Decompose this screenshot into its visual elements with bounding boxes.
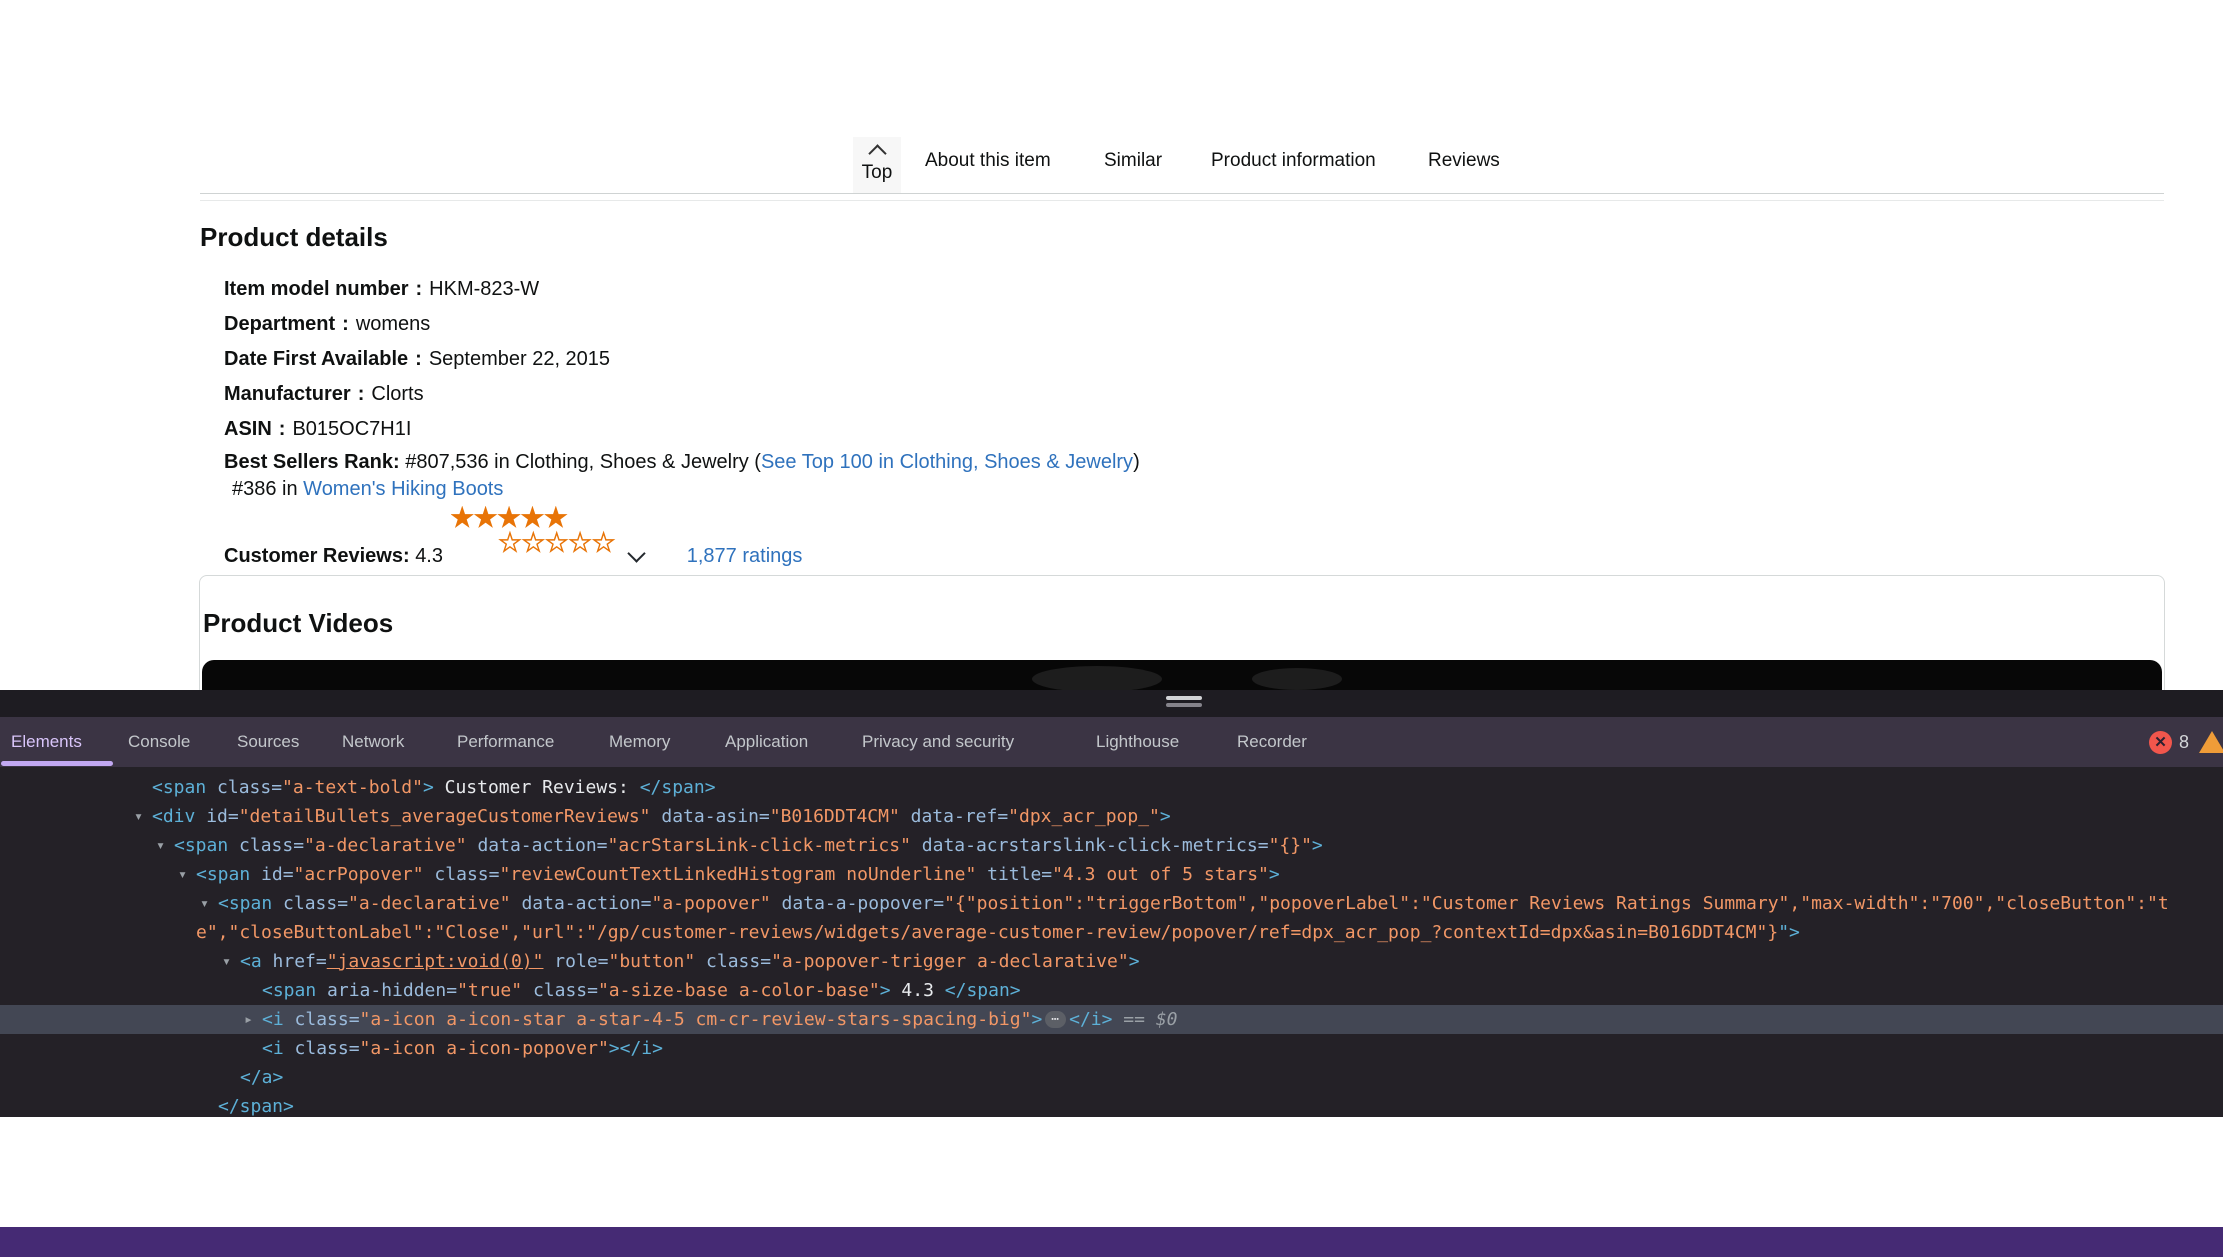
best-sellers-label: Best Sellers Rank: xyxy=(224,451,400,473)
detail-row: Manufacturer:Clorts xyxy=(224,381,610,407)
tree-expand-down-arrow-icon[interactable]: ▾ xyxy=(156,831,165,860)
rating-value: 4.3 xyxy=(415,545,443,568)
nav-item-product-information[interactable]: Product information xyxy=(1211,150,1376,172)
footer-bar xyxy=(0,1227,2223,1257)
devtools-code-line[interactable]: ▾<a href="javascript:void(0)" role="butt… xyxy=(0,947,2223,976)
product-details-title: Product details xyxy=(200,222,388,253)
devtools-tab-elements[interactable]: Elements xyxy=(11,717,82,767)
tree-expand-right-arrow-icon[interactable]: ▸ xyxy=(244,1005,253,1034)
detail-value: B015OC7H1I xyxy=(292,418,411,440)
devtools-code-line[interactable]: </span> xyxy=(0,1092,2223,1117)
ellipsis-icon[interactable]: ⋯ xyxy=(1045,1011,1066,1028)
devtools-code-line[interactable]: e","closeButtonLabel":"Close","url":"/gp… xyxy=(0,918,2223,947)
nav-item-reviews[interactable]: Reviews xyxy=(1428,150,1500,172)
best-sellers-rank: Best Sellers Rank: #807,536 in Clothing,… xyxy=(224,449,1140,503)
devtools-tab-console[interactable]: Console xyxy=(128,717,190,767)
active-tab-underline xyxy=(1,761,113,766)
detail-value: Clorts xyxy=(371,383,423,405)
tree-expand-down-arrow-icon[interactable]: ▾ xyxy=(222,947,231,976)
product-details-list: Item model number:HKM-823-W Department:w… xyxy=(224,276,610,451)
devtools-tab-sources[interactable]: Sources xyxy=(237,717,299,767)
devtools-code-line[interactable]: <span class="a-text-bold"> Customer Revi… xyxy=(0,773,2223,802)
nav-item-about-this-item[interactable]: About this item xyxy=(925,150,1051,172)
devtools-code-line[interactable]: <i class="a-icon a-icon-popover"></i> xyxy=(0,1034,2223,1063)
devtools-tab-memory[interactable]: Memory xyxy=(609,717,670,767)
customer-reviews-label: Customer Reviews: xyxy=(224,545,410,568)
detail-label: Date First Available xyxy=(224,348,408,370)
womens-hiking-boots-link[interactable]: Women's Hiking Boots xyxy=(303,478,503,500)
devtools-tab-privacy-and-security[interactable]: Privacy and security xyxy=(862,717,1014,767)
detail-label: Item model number xyxy=(224,278,408,300)
devtools-tab-performance[interactable]: Performance xyxy=(457,717,554,767)
devtools-code-line[interactable]: </a> xyxy=(0,1063,2223,1092)
devtools-badges: ✕ 8 xyxy=(2149,717,2209,767)
devtools-tab-network[interactable]: Network xyxy=(342,717,404,767)
tree-expand-down-arrow-icon[interactable]: ▾ xyxy=(134,802,143,831)
devtools-code-line[interactable]: ▾<span class="a-declarative" data-action… xyxy=(0,831,2223,860)
error-count: 8 xyxy=(2179,732,2189,753)
warning-icon[interactable] xyxy=(2199,731,2223,753)
detail-label: Manufacturer xyxy=(224,383,351,405)
detail-row: Department:womens xyxy=(224,311,610,337)
nav-top-label: Top xyxy=(862,162,893,184)
drag-handle-icon[interactable] xyxy=(1166,696,1202,710)
devtools-elements-tree: <span class="a-text-bold"> Customer Revi… xyxy=(0,767,2223,1117)
detail-row: Date First Available:September 22, 2015 xyxy=(224,346,610,372)
detail-row: ASIN:B015OC7H1I xyxy=(224,416,610,442)
error-icon[interactable]: ✕ xyxy=(2149,731,2172,754)
devtools-tab-application[interactable]: Application xyxy=(725,717,808,767)
devtools-tab-recorder[interactable]: Recorder xyxy=(1237,717,1307,767)
devtools-resize-strip[interactable] xyxy=(0,690,2223,717)
detail-value: womens xyxy=(356,313,430,335)
chevron-up-icon xyxy=(868,144,886,162)
devtools-code-line[interactable]: ▾<span id="acrPopover" class="reviewCoun… xyxy=(0,860,2223,889)
detail-value: September 22, 2015 xyxy=(429,348,610,370)
nav-item-similar[interactable]: Similar xyxy=(1104,150,1162,172)
ratings-count-link[interactable]: 1,877 ratings xyxy=(687,545,803,568)
devtools-panel: Elements Console Sources Network Perform… xyxy=(0,690,2223,1117)
section-divider xyxy=(200,200,2164,201)
best-sellers-line1: Best Sellers Rank: #807,536 in Clothing,… xyxy=(224,449,1140,476)
devtools-tab-lighthouse[interactable]: Lighthouse xyxy=(1096,717,1179,767)
detail-value: HKM-823-W xyxy=(429,278,539,300)
nav-divider xyxy=(200,193,2164,194)
best-sellers-line2: #386 in Women's Hiking Boots xyxy=(224,476,1140,503)
detail-label: ASIN xyxy=(224,418,272,440)
devtools-code-line[interactable]: ▾<span class="a-declarative" data-action… xyxy=(0,889,2223,918)
reviews-popover-chevron-down-icon[interactable] xyxy=(627,544,645,562)
video-thumb-shape xyxy=(1032,666,1162,692)
video-thumb-shape xyxy=(1252,668,1342,690)
tree-expand-down-arrow-icon[interactable]: ▾ xyxy=(178,860,187,889)
product-videos-title: Product Videos xyxy=(203,608,393,639)
nav-top-button[interactable]: Top xyxy=(853,137,901,193)
devtools-code-line[interactable]: ▾<div id="detailBullets_averageCustomerR… xyxy=(0,802,2223,831)
tree-expand-down-arrow-icon[interactable]: ▾ xyxy=(200,889,209,918)
see-top-100-link[interactable]: See Top 100 in Clothing, Shoes & Jewelry xyxy=(761,451,1133,473)
devtools-code-line[interactable]: <span aria-hidden="true" class="a-size-b… xyxy=(0,976,2223,1005)
devtools-tabbar: Elements Console Sources Network Perform… xyxy=(0,717,2223,767)
devtools-code-line[interactable]: ▸<i class="a-icon a-icon-star a-star-4-5… xyxy=(0,1005,2223,1034)
detail-row: Item model number:HKM-823-W xyxy=(224,276,610,302)
detail-label: Department xyxy=(224,313,335,335)
